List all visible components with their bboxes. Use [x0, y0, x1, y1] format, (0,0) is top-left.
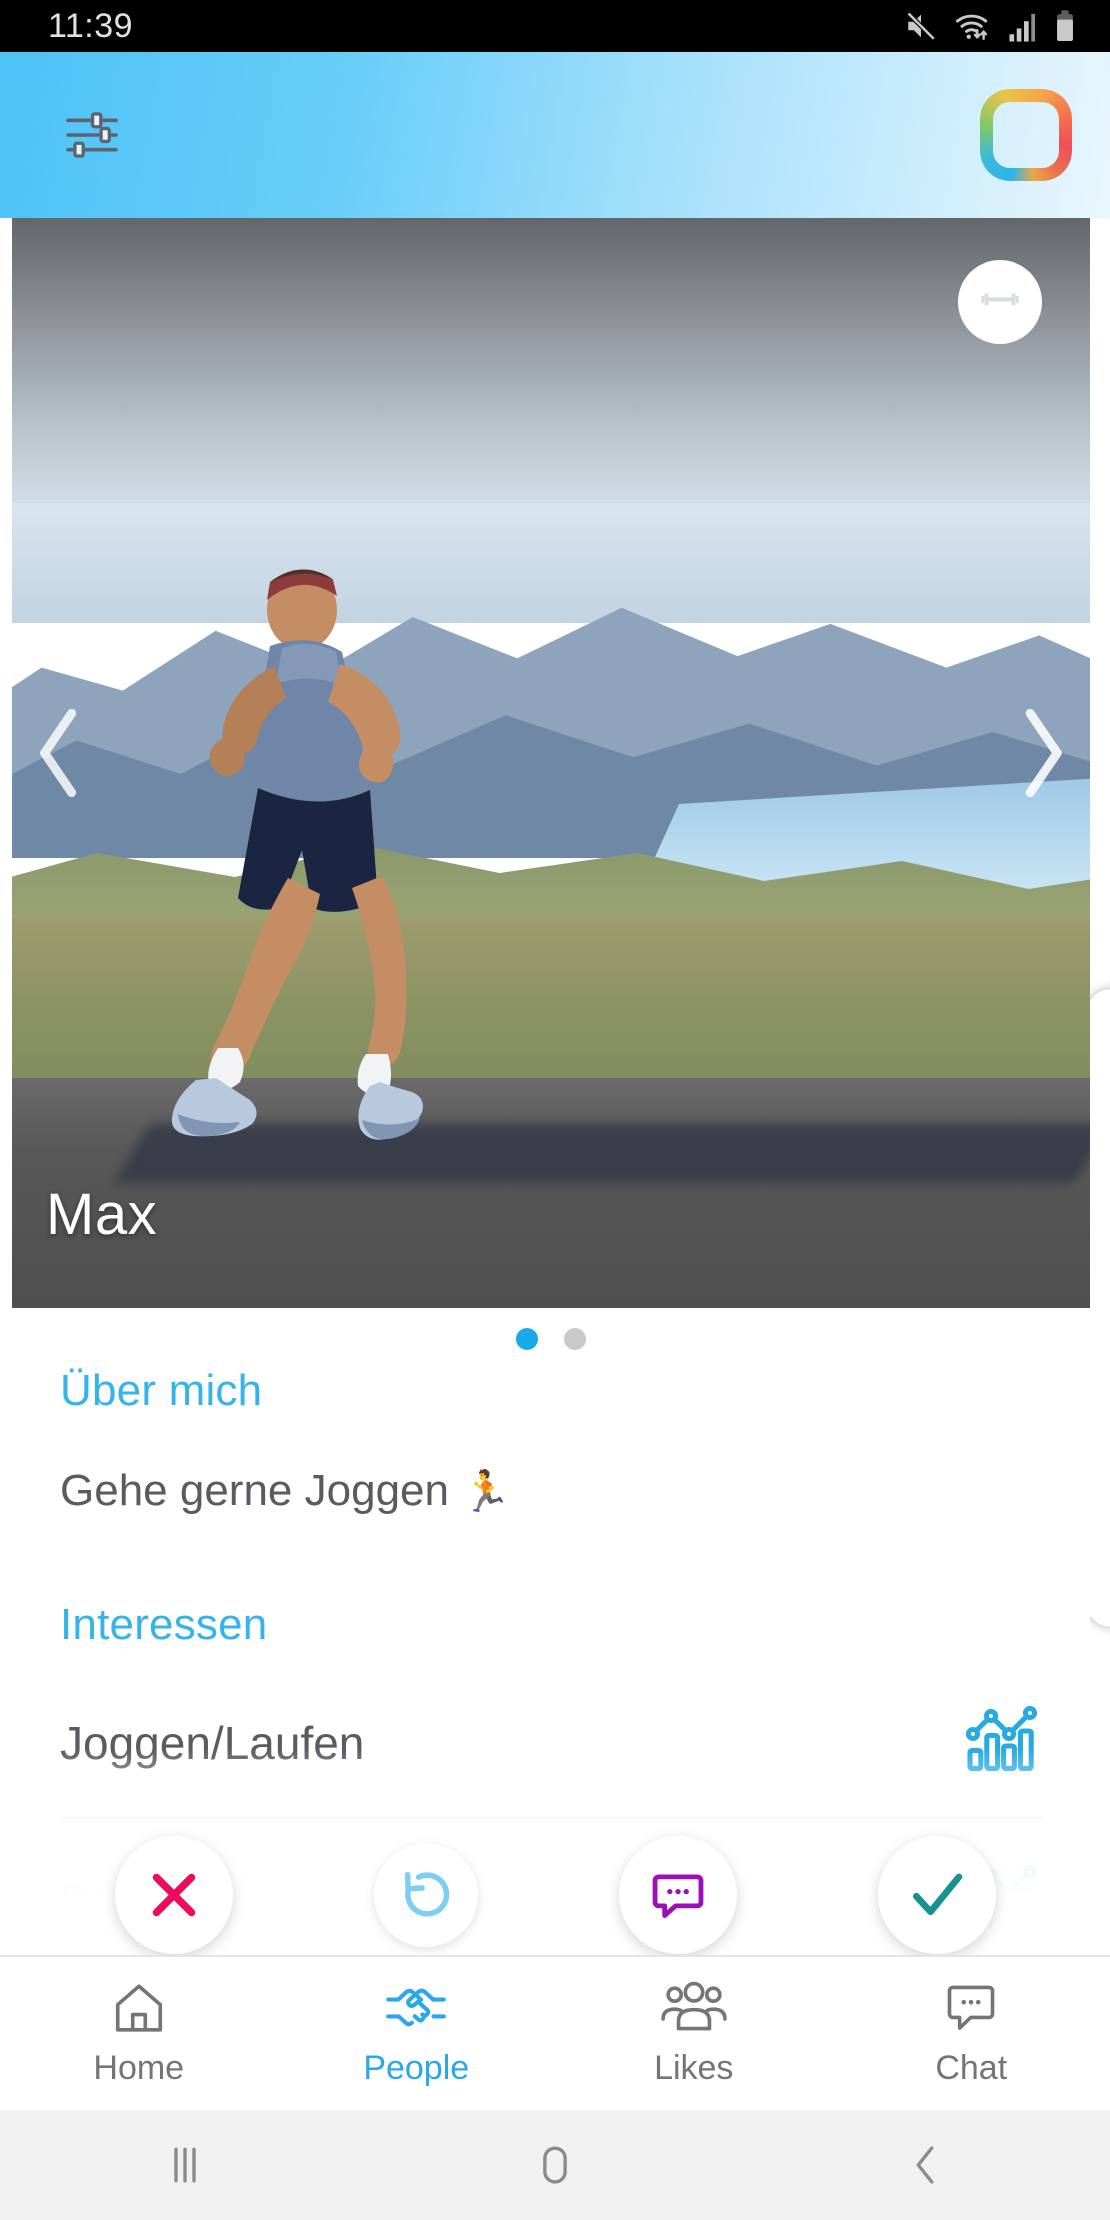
- nav-label: Home: [93, 2049, 185, 2087]
- nav-label: Likes: [654, 2049, 734, 2087]
- nav-item-home[interactable]: Home: [0, 1979, 278, 2088]
- signal-icon: [1009, 13, 1036, 42]
- home-icon: [115, 1984, 162, 2032]
- status-icon-group: [903, 9, 1076, 43]
- bottom-navigation: Home People Likes Chat: [0, 1955, 1110, 2110]
- mute-icon: [905, 10, 937, 42]
- phone-screen: 11:39 Max Über mich Gehe gerne Joggen 🏃 …: [0, 0, 1110, 2220]
- pagination-dot-2[interactable]: [564, 1328, 586, 1350]
- nav-item-chat[interactable]: Chat: [833, 1979, 1110, 2088]
- recents-button[interactable]: [0, 2138, 370, 2192]
- app-logo[interactable]: [980, 89, 1072, 181]
- chevron-right-icon[interactable]: [1006, 698, 1076, 808]
- wifi-icon: [955, 14, 988, 40]
- about-text: Gehe gerne Joggen: [60, 1466, 449, 1515]
- interests-heading: Interessen: [60, 1600, 268, 1649]
- heart-dumbbell-icon: [958, 260, 1042, 344]
- card-stack: Max Über mich Gehe gerne Joggen 🏃 Intere…: [0, 218, 1110, 1936]
- about-text-row: Gehe gerne Joggen 🏃: [60, 1466, 1042, 1516]
- rewind-button[interactable]: [373, 1843, 478, 1947]
- recents-icon: [174, 2147, 196, 2183]
- photo-pagination: [12, 1328, 1090, 1350]
- home-button[interactable]: [370, 2138, 740, 2192]
- nav-label: Chat: [935, 2049, 1008, 2087]
- interest-label: Joggen/Laufen: [60, 1716, 365, 1769]
- logo-ring: [980, 89, 1072, 181]
- nav-item-people[interactable]: People: [278, 1979, 556, 2088]
- app-bar: [0, 52, 1110, 218]
- home-square-icon: [543, 2146, 567, 2184]
- sliders-icon[interactable]: [60, 103, 124, 167]
- group-icon: [661, 1981, 727, 2031]
- chevron-left-icon[interactable]: [24, 698, 94, 808]
- status-bar: 11:39: [0, 0, 1110, 52]
- chat-icon: [652, 1874, 703, 1918]
- chat-bubble-icon: [947, 1985, 995, 2030]
- photo-runner: [171, 569, 423, 1140]
- android-navigation-bar: [0, 2110, 1110, 2220]
- about-heading: Über mich: [60, 1366, 263, 1415]
- like-button[interactable]: [877, 1836, 996, 1954]
- handshake-icon: [386, 1988, 447, 2027]
- profile-photo[interactable]: Max: [12, 218, 1090, 1308]
- pagination-dot-1[interactable]: [516, 1328, 538, 1350]
- interest-item-joggen[interactable]: Joggen/Laufen: [60, 1704, 1042, 1819]
- close-icon: [152, 1873, 195, 1917]
- nav-item-likes[interactable]: Likes: [555, 1979, 833, 2088]
- profile-card[interactable]: Max Über mich Gehe gerne Joggen 🏃 Intere…: [12, 218, 1090, 1936]
- nope-button[interactable]: [114, 1836, 233, 1954]
- undo-icon: [404, 1871, 449, 1917]
- nav-label: People: [363, 2049, 470, 2087]
- battery-icon: [1057, 10, 1073, 42]
- profile-name: Max: [46, 1182, 158, 1247]
- message-button[interactable]: [618, 1836, 737, 1954]
- check-icon: [912, 1873, 962, 1916]
- action-buttons: [0, 1820, 1110, 1970]
- stats-chart-icon[interactable]: [964, 1704, 1042, 1781]
- running-emoji: 🏃: [461, 1470, 512, 1514]
- status-time: 11:39: [48, 6, 134, 45]
- photo-sky: [12, 218, 1090, 518]
- back-button[interactable]: [740, 2138, 1110, 2192]
- back-chevron-icon: [916, 2146, 934, 2184]
